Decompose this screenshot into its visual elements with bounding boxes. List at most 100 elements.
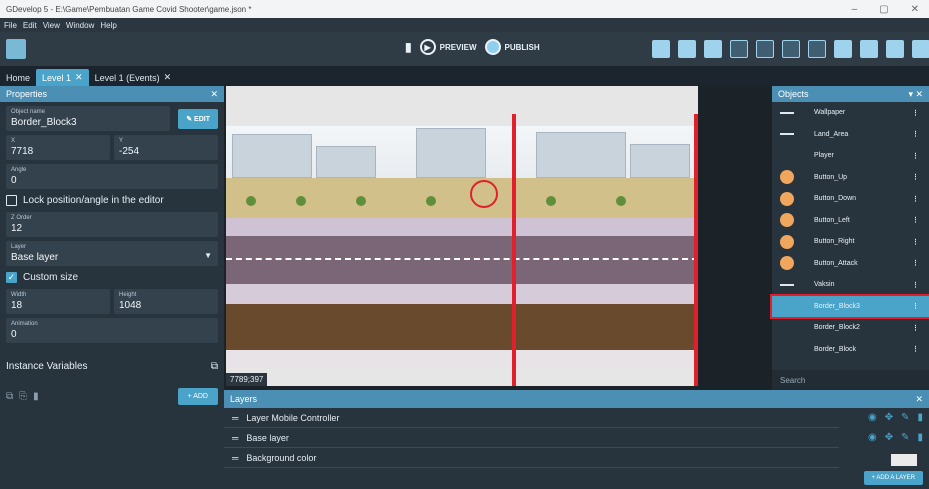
more-options-icon[interactable]: ⋮ (912, 238, 919, 246)
filter-icon[interactable]: ▾ ✕ (908, 89, 929, 100)
object-list-item[interactable]: Land_Area ⋮ (772, 124, 929, 146)
trash-icon[interactable]: ▮ (917, 432, 923, 443)
cursor-coordinates: 7789;397 (226, 373, 268, 386)
object-list-item[interactable]: Button_Down ⋮ (772, 188, 929, 210)
layers-panel-icon[interactable] (756, 40, 774, 58)
undo-icon[interactable] (782, 40, 800, 58)
animation-field[interactable]: Animation 0 (6, 318, 218, 343)
object-list-item[interactable]: Border_Block2 ⋮ (772, 317, 929, 339)
menu-help[interactable]: Help (100, 21, 116, 30)
scene-canvas[interactable]: 7789;397 (224, 86, 772, 390)
move-icon[interactable]: ✥ (885, 432, 893, 443)
height-field[interactable]: Height 1048 (114, 289, 218, 314)
preview-button[interactable]: ▶ PREVIEW (419, 39, 477, 55)
layer-row[interactable]: ═ Layer Mobile Controller ◉ ✥ ✎ ▮ (224, 408, 923, 428)
more-options-icon[interactable]: ⋮ (912, 259, 919, 267)
trash-icon[interactable]: ▮ (917, 412, 923, 423)
more-options-icon[interactable]: ⋮ (912, 130, 919, 138)
object-list-item[interactable]: Button_Up ⋮ (772, 167, 929, 189)
drag-handle-icon[interactable]: ═ (232, 413, 238, 423)
more-options-icon[interactable]: ⋮ (912, 216, 919, 224)
object-thumbnail-icon (780, 342, 794, 356)
y-field[interactable]: Y -254 (114, 135, 218, 160)
pencil-icon[interactable]: ✎ (901, 412, 909, 423)
instances-list-icon[interactable] (730, 40, 748, 58)
maximize-button[interactable]: ▢ (879, 4, 888, 15)
layer-row[interactable]: ═ Base layer ◉ ✥ ✎ ▮ (224, 428, 923, 448)
scene-properties-icon[interactable] (912, 40, 929, 58)
project-manager-icon[interactable] (6, 39, 26, 59)
more-options-icon[interactable]: ⋮ (912, 173, 919, 181)
window-mask-icon[interactable] (834, 40, 852, 58)
object-list-item[interactable]: Button_Left ⋮ (772, 210, 929, 232)
more-options-icon[interactable]: ⋮ (912, 345, 919, 353)
debug-icon[interactable]: ▮ (405, 40, 412, 54)
editor-tabs: Home Level 1 ✕ Level 1 (Events) ✕ (0, 66, 929, 86)
width-field[interactable]: Width 18 (6, 289, 110, 314)
move-icon[interactable]: ✥ (885, 412, 893, 423)
paste-icon[interactable]: ⎘ (19, 391, 27, 402)
eye-icon[interactable]: ◉ (868, 432, 877, 443)
edit-object-button[interactable]: ✎ EDIT (178, 108, 218, 129)
menu-file[interactable]: File (4, 21, 17, 30)
redo-icon[interactable] (808, 40, 826, 58)
x-field[interactable]: X 7718 (6, 135, 110, 160)
close-icon[interactable]: ✕ (210, 89, 224, 100)
object-search-input[interactable]: Search (772, 370, 929, 390)
tree-image (426, 196, 436, 206)
layer-row[interactable]: ═ Background color (224, 448, 839, 468)
object-list-item[interactable]: Player ⋮ (772, 145, 929, 167)
eye-icon[interactable]: ◉ (868, 412, 877, 423)
more-options-icon[interactable]: ⋮ (912, 324, 919, 332)
add-layer-button[interactable]: + ADD A LAYER (863, 471, 923, 485)
layers-header: Layers ✕ (224, 390, 929, 408)
menu-view[interactable]: View (43, 21, 60, 30)
close-icon[interactable]: ✕ (915, 394, 929, 405)
more-options-icon[interactable]: ⋮ (912, 109, 919, 117)
copy-icon[interactable]: ⧉ (6, 391, 13, 402)
object-list-item[interactable]: Button_Right ⋮ (772, 231, 929, 253)
background-color-swatch[interactable] (891, 454, 917, 466)
grid-icon[interactable] (860, 40, 878, 58)
publish-button[interactable]: PUBLISH (484, 39, 540, 55)
menu-window[interactable]: Window (66, 21, 94, 30)
object-list-item[interactable]: Wallpaper ⋮ (772, 102, 929, 124)
custom-size-checkbox[interactable]: ✓ Custom size (6, 272, 218, 283)
tree-image (546, 196, 556, 206)
add-variable-button[interactable]: + ADD (177, 388, 218, 405)
border-block3-selected-instance[interactable] (694, 114, 698, 386)
layer-select[interactable]: Layer Base layer ▼ (6, 241, 218, 266)
more-options-icon[interactable]: ⋮ (912, 195, 919, 203)
drag-handle-icon[interactable]: ═ (232, 433, 238, 443)
zoom-icon[interactable] (886, 40, 904, 58)
more-options-icon[interactable]: ⋮ (912, 281, 919, 289)
object-list-item[interactable]: Border_Block3 ⋮ (770, 293, 929, 319)
window-titlebar: GDevelop 5 - E:\Game\Pembuatan Game Covi… (0, 0, 929, 18)
sidewalk (226, 284, 698, 304)
tab-level-1[interactable]: Level 1 ✕ (36, 69, 89, 86)
lock-position-checkbox[interactable]: Lock position/angle in the editor (6, 195, 218, 206)
object-list-item[interactable]: Button_Attack ⋮ (772, 253, 929, 275)
object-thumbnail-icon (780, 133, 794, 136)
object-groups-icon[interactable] (678, 40, 696, 58)
more-options-icon[interactable]: ⋮ (912, 302, 919, 310)
close-icon[interactable]: ✕ (164, 72, 172, 83)
pencil-icon[interactable]: ✎ (901, 432, 909, 443)
open-external-icon[interactable]: ⧉ (211, 361, 218, 372)
angle-field[interactable]: Angle 0 (6, 164, 218, 189)
minimize-button[interactable]: – (852, 4, 858, 15)
menu-edit[interactable]: Edit (23, 21, 37, 30)
close-window-button[interactable]: ✕ (911, 4, 919, 15)
scene-area[interactable] (226, 86, 698, 386)
border-block-instance[interactable] (512, 114, 516, 386)
object-list-item[interactable]: Vaksin ⋮ (772, 274, 929, 296)
properties-panel-icon[interactable] (704, 40, 722, 58)
tab-home[interactable]: Home (0, 70, 36, 86)
z-order-field[interactable]: Z Order 12 (6, 212, 218, 237)
objects-panel-icon[interactable] (652, 40, 670, 58)
object-list-item[interactable]: Border_Block ⋮ (772, 339, 929, 361)
tab-level-1-events[interactable]: Level 1 (Events) ✕ (89, 69, 178, 86)
more-options-icon[interactable]: ⋮ (912, 152, 919, 160)
close-icon[interactable]: ✕ (75, 72, 83, 83)
trash-icon[interactable]: ▮ (33, 391, 39, 402)
